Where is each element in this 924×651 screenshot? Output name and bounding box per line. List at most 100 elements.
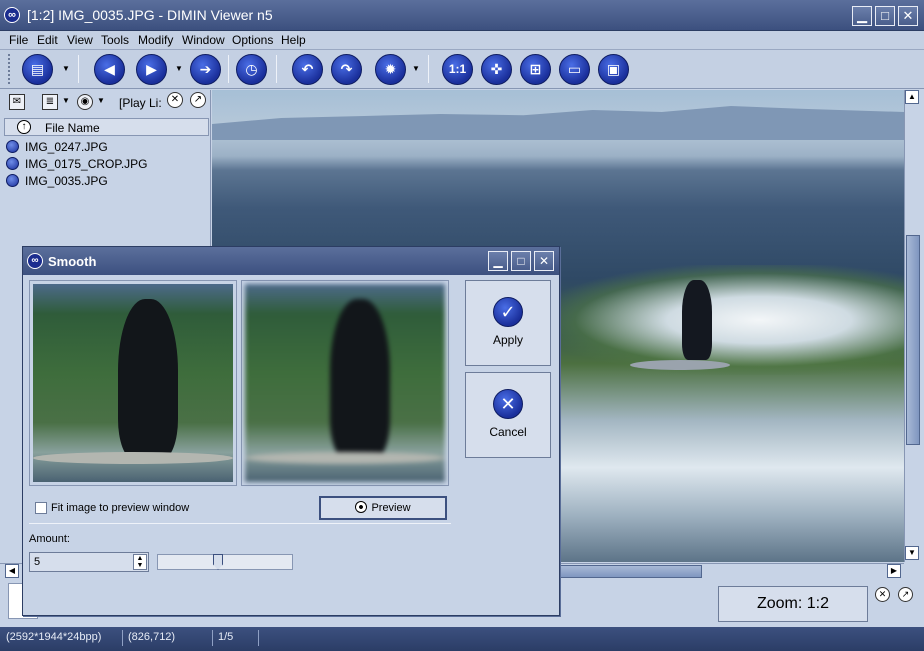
settings-dropdown-icon[interactable]: ▼ (412, 64, 420, 74)
menu-options[interactable]: Options (232, 33, 273, 47)
fit-expand-icon[interactable]: ⊞ (520, 54, 551, 85)
list-item[interactable]: IMG_0035.JPG (6, 172, 148, 189)
playlist-title: [Play Li: (119, 96, 162, 110)
file-list: IMG_0247.JPG IMG_0175_CROP.JPG IMG_0035.… (6, 138, 148, 189)
wave-splash (542, 265, 904, 375)
apply-label: Apply (492, 333, 524, 347)
close-pane-icon[interactable]: ✕ (167, 92, 183, 108)
amount-stepper[interactable]: 5 ▲ ▼ (29, 552, 149, 572)
menu-edit[interactable]: Edit (37, 33, 58, 47)
menu-help[interactable]: Help (281, 33, 306, 47)
scroll-right-icon[interactable]: ▶ (887, 564, 901, 578)
vertical-scroll-thumb[interactable] (906, 235, 920, 445)
image-dimensions: (2592*1944*24bpp) (6, 631, 102, 643)
play-icon[interactable]: ▶ (136, 54, 167, 85)
app-logo-icon[interactable]: ∞ (4, 7, 20, 23)
menu-view[interactable]: View (67, 33, 93, 47)
slider-thumb[interactable] (213, 554, 223, 570)
surfboard (630, 360, 730, 370)
dialog-titlebar[interactable]: ∞ Smooth ▁ □ ✕ (23, 247, 559, 275)
background-mountains (212, 106, 904, 140)
preview-button[interactable]: Preview (319, 496, 447, 520)
amount-slider[interactable] (157, 554, 293, 570)
undock-pane-icon[interactable]: ↗ (190, 92, 206, 108)
vertical-scrollbar[interactable]: ▲ ▼ (904, 90, 920, 562)
open-dropdown-icon[interactable]: ▼ (62, 64, 70, 74)
fit-shrink-icon[interactable]: ✜ (481, 54, 512, 85)
amount-value: 5 (34, 556, 41, 568)
scroll-left-icon[interactable]: ◀ (5, 564, 19, 578)
open-folder-icon[interactable]: ▤ (22, 54, 53, 85)
cancel-button[interactable]: ✕ Cancel (465, 372, 551, 458)
rotate-right-icon[interactable]: ↷ (331, 54, 362, 85)
main-toolbar: ▤ ▼ ◀ ▶ ▼ ➔ ◷ ↶ ↷ ✹ ▼ 1:1 ✜ ⊞ ▭ ▣ (0, 50, 924, 89)
close-panel-icon[interactable]: ✕ (875, 587, 890, 602)
sort-up-icon[interactable]: ↑ (17, 120, 31, 134)
status-bar: (2592*1944*24bpp) (826,712) 1/5 (0, 627, 924, 651)
toolbar-grip[interactable] (8, 54, 11, 84)
file-name: IMG_0175_CROP.JPG (25, 156, 148, 171)
fit-image-label: Fit image to preview window (51, 502, 190, 514)
eye-icon (355, 501, 368, 513)
toolbar-separator (428, 55, 429, 83)
eye-icon[interactable]: ◉ (77, 94, 93, 110)
amount-label: Amount: (29, 533, 70, 545)
back-arrow-icon[interactable]: ◀ (94, 54, 125, 85)
dialog-maximize-button[interactable]: □ (511, 251, 531, 271)
file-name-column-header[interactable]: ↑ File Name (4, 118, 209, 136)
gear-icon[interactable]: ✹ (375, 54, 406, 85)
cancel-label: Cancel (489, 425, 527, 439)
x-mark-icon: ✕ (493, 389, 523, 419)
maximize-button[interactable]: □ (875, 6, 895, 26)
image-file-icon (6, 157, 19, 170)
dialog-minimize-button[interactable]: ▁ (488, 251, 508, 271)
surfer-figure (118, 299, 178, 459)
minimize-button[interactable]: ▁ (852, 6, 872, 26)
clock-icon[interactable]: ◷ (236, 54, 267, 85)
undock-panel-icon[interactable]: ↗ (898, 587, 913, 602)
fullscreen-icon[interactable]: ▣ (598, 54, 629, 85)
status-divider (258, 630, 259, 646)
monitor-icon[interactable]: ▭ (559, 54, 590, 85)
surfboard (245, 452, 445, 464)
menu-bar: File Edit View Tools Modify Window Optio… (0, 31, 924, 50)
smoothed-preview-image (245, 284, 445, 482)
playlist-toolbar: ✉ ≣ ▼ ◉ ▼ [Play Li: ✕ ↗ (0, 90, 211, 116)
spinner-arrows-icon[interactable]: ▲ ▼ (133, 554, 147, 570)
main-titlebar[interactable]: ∞ [1:2] IMG_0035.JPG - DIMIN Viewer n5 ▁… (0, 0, 924, 31)
horizontal-scroll-thumb[interactable] (559, 565, 702, 578)
image-file-icon (6, 174, 19, 187)
fit-image-checkbox[interactable] (35, 502, 47, 514)
list-view-icon[interactable]: ≣ (42, 94, 58, 110)
surfer-figure (330, 299, 390, 459)
preview-label: Preview (371, 502, 411, 514)
scroll-down-icon[interactable]: ▼ (905, 546, 919, 560)
apply-button[interactable]: ✓ Apply (465, 280, 551, 366)
file-name: IMG_0247.JPG (25, 139, 108, 154)
forward-arrow-icon[interactable]: ➔ (190, 54, 221, 85)
mail-icon[interactable]: ✉ (9, 94, 25, 110)
list-item[interactable]: IMG_0247.JPG (6, 138, 148, 155)
menu-window[interactable]: Window (182, 33, 225, 47)
surfer-figure (682, 280, 712, 360)
toolbar-separator (228, 55, 229, 83)
column-label: File Name (45, 121, 100, 135)
smoothed-preview[interactable] (241, 280, 449, 486)
actual-size-icon[interactable]: 1:1 (442, 54, 473, 85)
menu-tools[interactable]: Tools (101, 33, 129, 47)
menu-modify[interactable]: Modify (138, 33, 173, 47)
close-button[interactable]: ✕ (898, 6, 918, 26)
play-dropdown-icon[interactable]: ▼ (175, 64, 183, 74)
eye-dropdown-icon[interactable]: ▼ (97, 96, 105, 105)
image-file-icon (6, 140, 19, 153)
menu-file[interactable]: File (9, 33, 28, 47)
status-divider (212, 630, 213, 646)
dialog-title: Smooth (48, 254, 97, 269)
scroll-up-icon[interactable]: ▲ (905, 90, 919, 104)
smooth-dialog: ∞ Smooth ▁ □ ✕ ✓ Apply ✕ Cancel Fit imag… (22, 246, 560, 616)
dialog-close-button[interactable]: ✕ (534, 251, 554, 271)
list-dropdown-icon[interactable]: ▼ (62, 96, 70, 105)
list-item[interactable]: IMG_0175_CROP.JPG (6, 155, 148, 172)
original-preview[interactable] (29, 280, 237, 486)
rotate-left-icon[interactable]: ↶ (292, 54, 323, 85)
